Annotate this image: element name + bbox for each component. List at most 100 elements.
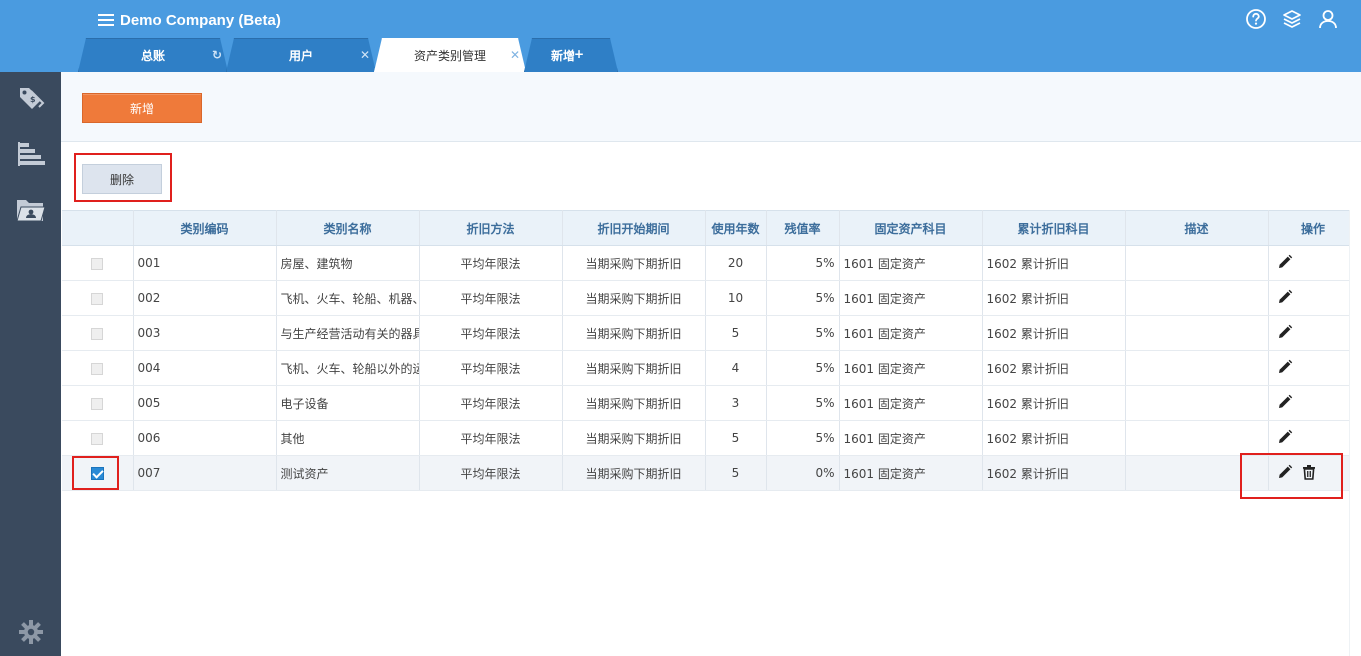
- refresh-icon[interactable]: ↻: [212, 48, 222, 62]
- table-row[interactable]: 001 房屋、建筑物 平均年限法 当期采购下期折旧 20 5% 1601 固定资…: [62, 245, 1359, 281]
- tab-general-ledger[interactable]: 总账 ↻: [78, 38, 228, 72]
- cell-name: 房屋、建筑物: [276, 245, 420, 281]
- edit-icon[interactable]: [1277, 394, 1293, 410]
- row-checkbox[interactable]: [91, 432, 104, 445]
- menu-icon[interactable]: [98, 14, 114, 26]
- asset-category-table: 类别编码 类别名称 折旧方法 折旧开始期间 使用年数 残值率 固定资产科目 累计…: [62, 210, 1359, 491]
- user-icon[interactable]: [1317, 8, 1339, 30]
- edit-icon[interactable]: [1277, 324, 1293, 340]
- tags-icon[interactable]: $: [16, 84, 46, 112]
- cell-years: 5: [705, 455, 767, 491]
- table-scrollbar[interactable]: [1349, 210, 1361, 656]
- cell-code: 002: [133, 280, 277, 316]
- header-start-period[interactable]: 折旧开始期间: [562, 210, 706, 246]
- cell-years: 4: [705, 350, 767, 386]
- tab-label: 新增: [550, 48, 575, 63]
- cell-start-period: 当期采购下期折旧: [562, 315, 706, 351]
- app-brand[interactable]: Demo Company (Beta): [98, 8, 281, 32]
- cell-actions: [1268, 350, 1359, 386]
- cell-description: [1125, 280, 1269, 316]
- table-row[interactable]: 002 飞机、火车、轮船、机器、 平均年限法 当期采购下期折旧 10 5% 16…: [62, 280, 1359, 316]
- row-checkbox[interactable]: [91, 362, 104, 375]
- add-button[interactable]: 新增: [82, 93, 202, 123]
- tab-new[interactable]: 新增 +: [524, 38, 618, 72]
- row-select-cell[interactable]: [62, 420, 134, 456]
- top-header: Demo Company (Beta) 总账 ↻ 用户 ✕ 资产类别管理 ✕ 新…: [0, 0, 1361, 72]
- tab-label: 资产类别管理: [413, 48, 486, 63]
- cell-method: 平均年限法: [419, 350, 563, 386]
- cell-method: 平均年限法: [419, 280, 563, 316]
- bar-chart-icon[interactable]: [16, 140, 46, 168]
- cell-asset-account: 1601 固定资产: [839, 280, 983, 316]
- row-checkbox[interactable]: [90, 467, 104, 480]
- layers-icon[interactable]: [1281, 8, 1303, 30]
- cell-residual: 5%: [766, 245, 840, 281]
- header-dep-account[interactable]: 累计折旧科目: [982, 210, 1126, 246]
- row-checkbox[interactable]: [91, 257, 104, 270]
- header-description[interactable]: 描述: [1125, 210, 1269, 246]
- cell-dep-account: 1602 累计折旧: [982, 455, 1126, 491]
- cell-start-period: 当期采购下期折旧: [562, 420, 706, 456]
- cell-residual: 5%: [766, 420, 840, 456]
- cell-actions: [1268, 420, 1359, 456]
- tab-users[interactable]: 用户 ✕: [226, 38, 376, 72]
- header-years[interactable]: 使用年数: [705, 210, 767, 246]
- cell-dep-account: 1602 累计折旧: [982, 420, 1126, 456]
- table-row[interactable]: 006 其他 平均年限法 当期采购下期折旧 5 5% 1601 固定资产 160…: [62, 420, 1359, 456]
- sidebar: $: [0, 72, 61, 656]
- row-select-cell[interactable]: [62, 280, 134, 316]
- cell-code: 001: [133, 245, 277, 281]
- cell-years: 10: [705, 280, 767, 316]
- table-row[interactable]: 003 与生产经营活动有关的器具 平均年限法 当期采购下期折旧 5 5% 160…: [62, 315, 1359, 351]
- header-code[interactable]: 类别编码: [133, 210, 277, 246]
- row-select-cell[interactable]: [62, 315, 134, 351]
- header-select: [62, 210, 134, 246]
- cell-residual: 5%: [766, 315, 840, 351]
- cell-code: 005: [133, 385, 277, 421]
- edit-icon[interactable]: [1277, 464, 1293, 480]
- delete-icon[interactable]: [1301, 464, 1317, 480]
- cell-dep-account: 1602 累计折旧: [982, 245, 1126, 281]
- row-checkbox[interactable]: [91, 327, 104, 340]
- edit-icon[interactable]: [1277, 359, 1293, 375]
- delete-button[interactable]: 删除: [82, 164, 162, 194]
- cell-asset-account: 1601 固定资产: [839, 315, 983, 351]
- edit-icon[interactable]: [1277, 289, 1293, 305]
- cell-actions: [1268, 315, 1359, 351]
- gear-icon[interactable]: [16, 618, 46, 646]
- cell-residual: 5%: [766, 385, 840, 421]
- row-select-cell[interactable]: [62, 455, 134, 491]
- svg-text:$: $: [30, 95, 36, 104]
- row-select-cell[interactable]: [62, 385, 134, 421]
- row-checkbox[interactable]: [91, 397, 104, 410]
- header-asset-account[interactable]: 固定资产科目: [839, 210, 983, 246]
- table-row[interactable]: 004 飞机、火车、轮船以外的运 平均年限法 当期采购下期折旧 4 5% 160…: [62, 350, 1359, 386]
- edit-icon[interactable]: [1277, 254, 1293, 270]
- row-checkbox[interactable]: [91, 292, 104, 305]
- edit-icon[interactable]: [1277, 429, 1293, 445]
- row-select-cell[interactable]: [62, 245, 134, 281]
- cell-actions: [1268, 280, 1359, 316]
- close-icon[interactable]: ✕: [510, 48, 520, 62]
- header-name[interactable]: 类别名称: [276, 210, 420, 246]
- header-actions: 操作: [1268, 210, 1359, 246]
- main-content: 新增 删除 类别编码 类别名称 折旧方法 折旧开始期间 使用年数 残值率 固定资…: [61, 72, 1361, 656]
- folder-icon[interactable]: [16, 196, 46, 224]
- table-row[interactable]: 005 电子设备 平均年限法 当期采购下期折旧 3 5% 1601 固定资产 1…: [62, 385, 1359, 421]
- help-icon[interactable]: [1245, 8, 1267, 30]
- header-residual[interactable]: 残值率: [766, 210, 840, 246]
- cell-dep-account: 1602 累计折旧: [982, 385, 1126, 421]
- tab-asset-category[interactable]: 资产类别管理 ✕: [374, 38, 526, 72]
- cell-name: 测试资产: [276, 455, 420, 491]
- table-row[interactable]: 007 测试资产 平均年限法 当期采购下期折旧 5 0% 1601 固定资产 1…: [62, 455, 1359, 491]
- close-icon[interactable]: ✕: [360, 48, 370, 62]
- row-select-cell[interactable]: [62, 350, 134, 386]
- header-method[interactable]: 折旧方法: [419, 210, 563, 246]
- cell-description: [1125, 245, 1269, 281]
- plus-icon[interactable]: +: [574, 47, 584, 61]
- app-title: Demo Company (Beta): [120, 11, 281, 29]
- cell-description: [1125, 385, 1269, 421]
- cell-start-period: 当期采购下期折旧: [562, 385, 706, 421]
- cell-description: [1125, 315, 1269, 351]
- cell-method: 平均年限法: [419, 455, 563, 491]
